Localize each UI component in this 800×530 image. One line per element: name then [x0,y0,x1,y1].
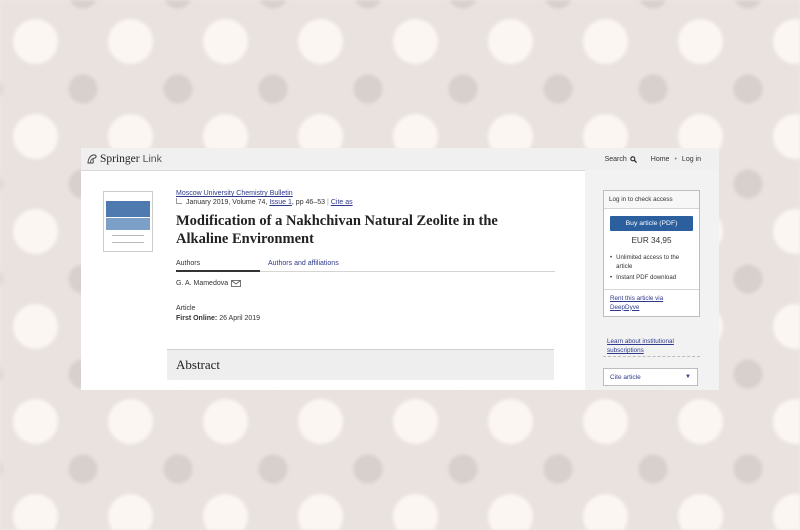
search-icon [630,155,637,163]
author-item: G. A. Mamedova [176,280,556,287]
article-type: Article [176,305,196,312]
deepdyve-link[interactable]: Rent this article via DeepDyve [604,288,699,316]
institutional-subscriptions-link[interactable]: Learn about institutional subscriptions [607,337,699,355]
first-online-date: 26 April 2019 [219,315,261,322]
price: EUR 34,95 [631,236,672,245]
meta-divider: | [327,199,329,206]
springer-page: Springer Link Search Home • Log in Mosco… [81,148,719,390]
sidebar: Log in to check access Buy article (PDF)… [585,170,719,390]
author-name[interactable]: G. A. Mamedova [176,280,228,287]
logo-springer-text: Springer [100,153,140,165]
article-meta: January 2019, Volume 74, Issue 1 , pp 46… [176,197,556,206]
search-button[interactable]: Search [605,156,637,163]
cite-article-button[interactable]: Cite article ▼ [603,368,698,386]
cite-as-link[interactable]: Cite as [331,199,353,206]
tab-authors-affiliations[interactable]: Authors and affiliations [268,260,339,271]
springerlink-logo[interactable]: Springer Link [86,153,162,165]
pages: , pp 46–53 [291,199,326,206]
first-online-label: First Online: [176,315,218,322]
top-bar: Springer Link Search Home • Log in [81,148,719,171]
buy-article-button[interactable]: Buy article (PDF) [610,216,693,231]
home-link[interactable]: Home [651,156,670,163]
tab-authors[interactable]: Authors [176,260,260,272]
login-check-access[interactable]: Log in to check access [604,191,699,209]
buy-box: Log in to check access Buy article (PDF)… [603,190,700,317]
benefit-text: Unlimited access to the article [616,254,680,270]
journal-link[interactable]: Moscow University Chemistry Bulletin [176,190,556,197]
elbow-icon [176,197,182,204]
email-icon[interactable] [231,280,242,287]
benefit-text: Instant PDF download [616,274,677,281]
abstract-heading: Abstract [176,357,221,372]
author-tabs: Authors Authors and affiliations [176,260,555,272]
journal-cover-image[interactable] [103,191,153,252]
nav-separator: • [674,155,677,163]
login-link[interactable]: Log in [682,156,701,163]
article-title: Modification of a Nakhchivan Natural Zeo… [176,213,498,247]
first-online: First Online: 26 April 2019 [176,315,556,322]
top-nav: Search Home • Log in [605,156,701,163]
issue-link[interactable]: Issue 1 [269,199,292,206]
search-label: Search [604,155,627,163]
divider [603,356,700,357]
springer-horse-icon [87,154,97,164]
benefits-list: • Unlimited access to the article • Instan… [604,254,699,283]
cite-article-label: Cite article [610,373,641,381]
bullet-icon: • [610,254,613,261]
list-item: • Instant PDF download [610,274,693,283]
list-item: • Unlimited access to the article [610,254,693,271]
date-volume: January 2019, Volume 74, [186,199,268,206]
article-header: Moscow University Chemistry Bulletin Jan… [176,190,556,322]
logo-link-text: Link [142,153,162,165]
abstract-section: Abstract [167,349,554,380]
bullet-icon: • [610,274,613,281]
caret-down-icon: ▼ [685,374,691,380]
